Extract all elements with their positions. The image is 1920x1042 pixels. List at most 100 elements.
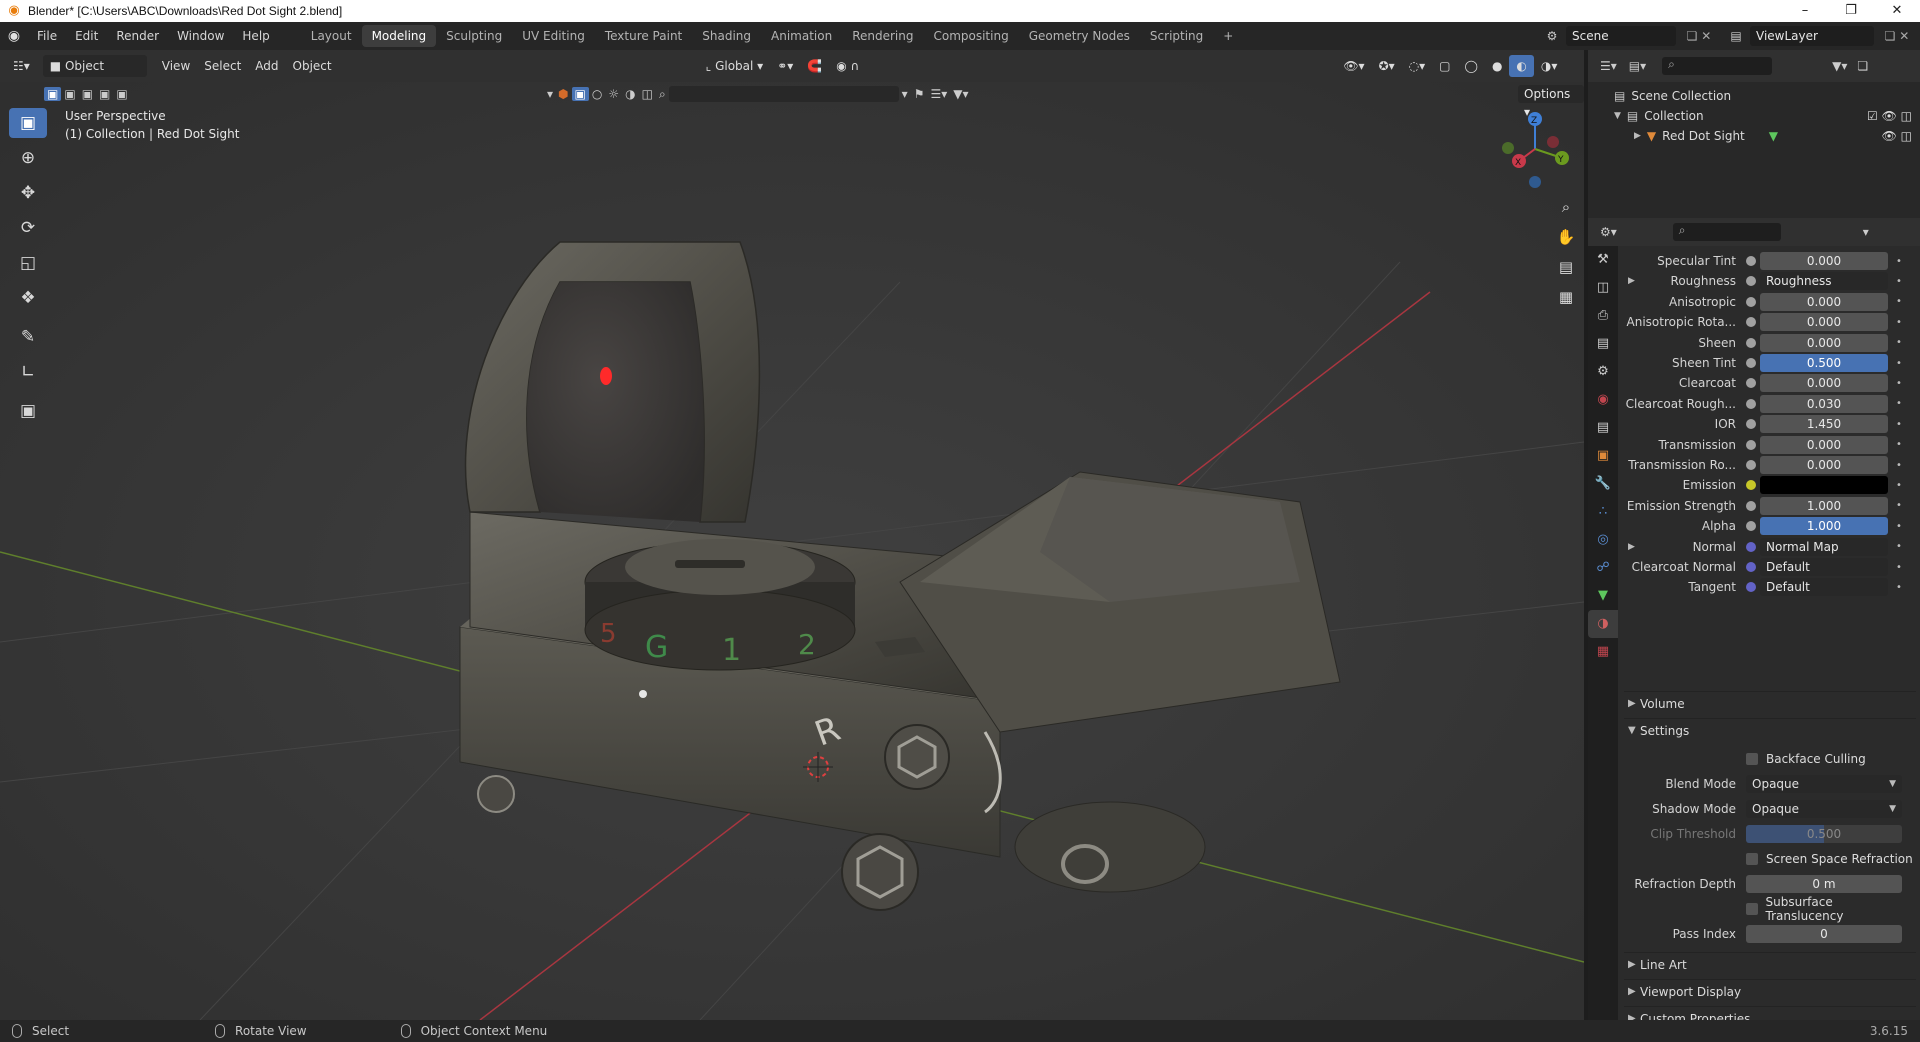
expand-arrow-icon[interactable]: ▶: [1628, 542, 1635, 552]
object-expand-icon[interactable]: ▶: [1634, 126, 1641, 146]
select-intersect-icon[interactable]: ▣: [113, 87, 130, 101]
socket-icon[interactable]: [1746, 562, 1756, 572]
keyframe-dot-icon[interactable]: •: [1896, 521, 1902, 532]
xray-icon[interactable]: ▢: [1432, 55, 1457, 77]
view-layer-icon[interactable]: ▤: [1722, 29, 1750, 43]
rotate-tool[interactable]: ⟳: [9, 213, 47, 243]
properties-search-input[interactable]: ⌕: [1672, 223, 1781, 241]
settings-panel-header[interactable]: ▼ Settings: [1624, 718, 1916, 742]
select-subtract-icon[interactable]: ▣: [79, 87, 96, 101]
select-box-icon[interactable]: ▣: [571, 87, 589, 101]
select-mode-buttons[interactable]: ▣ ▣ ▣ ▣ ▣: [44, 82, 131, 106]
collection-icon[interactable]: ☰▾: [927, 87, 950, 101]
shader-input-field[interactable]: 0.000: [1760, 435, 1888, 454]
select-box-tool[interactable]: ▣: [9, 108, 47, 138]
shader-input-field[interactable]: 1.450: [1760, 415, 1888, 434]
tab-uv-editing[interactable]: UV Editing: [512, 25, 595, 47]
shader-input-field[interactable]: 0.000: [1760, 292, 1888, 311]
menu-view[interactable]: View: [155, 55, 197, 77]
tab-world-icon[interactable]: ◉: [1588, 386, 1618, 414]
shading-wireframe-icon[interactable]: ◯: [1458, 55, 1485, 77]
keyframe-dot-icon[interactable]: •: [1896, 439, 1902, 450]
shader-input-field[interactable]: 0.000: [1760, 313, 1888, 332]
backface-culling-checkbox[interactable]: [1746, 753, 1758, 765]
filter-icon[interactable]: ▾: [899, 87, 911, 101]
shader-input-field[interactable]: 0.000: [1760, 252, 1888, 270]
socket-icon[interactable]: [1746, 296, 1756, 307]
3d-viewport[interactable]: 5 G 1 2 R Z Y X ▣ ▣ ▣ ▣ ▣ ▾ ⬢ ▣ ○ ☼ ◑ ◫ …: [0, 82, 1584, 1020]
socket-icon[interactable]: [1746, 276, 1756, 287]
mode-dropdown[interactable]: ■ Object Mode ▾: [42, 55, 147, 95]
socket-icon[interactable]: [1746, 419, 1756, 430]
keyframe-dot-icon[interactable]: •: [1896, 296, 1902, 307]
pass-index-field[interactable]: 0: [1746, 925, 1902, 943]
socket-icon[interactable]: [1746, 541, 1756, 552]
shader-input-field[interactable]: 0.500: [1760, 354, 1888, 372]
keyframe-dot-icon[interactable]: •: [1896, 256, 1902, 267]
volume-panel-header[interactable]: ▶ Volume: [1624, 691, 1916, 715]
select-invert-icon[interactable]: ▣: [96, 87, 113, 101]
menu-file[interactable]: File: [28, 22, 66, 50]
socket-icon[interactable]: [1746, 337, 1756, 348]
grid-perspective-icon[interactable]: ▦: [1553, 284, 1579, 310]
properties-options-icon[interactable]: ▾: [1863, 225, 1869, 239]
outliner-search-input[interactable]: ⌕: [1662, 57, 1773, 75]
expand-arrow-icon[interactable]: ▶: [1628, 276, 1635, 286]
tab-modifier-icon[interactable]: 🔧: [1588, 470, 1618, 498]
maximize-button[interactable]: ❐: [1828, 0, 1874, 22]
menu-edit[interactable]: Edit: [66, 22, 107, 50]
tab-rendering[interactable]: Rendering: [842, 25, 923, 47]
view-layer-new-icon[interactable]: ❏ ✕: [1874, 29, 1920, 43]
tab-collection-icon[interactable]: ▤: [1588, 414, 1618, 442]
tab-texture-icon[interactable]: ▦: [1588, 638, 1618, 666]
shader-input-field[interactable]: 0.030: [1760, 394, 1888, 413]
shader-input-field[interactable]: 1.000: [1760, 496, 1888, 515]
keyframe-dot-icon[interactable]: •: [1896, 419, 1902, 430]
shader-input-field[interactable]: 0.000: [1760, 456, 1888, 474]
snap-icon[interactable]: 🧲: [800, 55, 829, 77]
object-type-icon[interactable]: ⬢: [555, 87, 571, 101]
menu-object[interactable]: Object: [286, 55, 339, 77]
view-layer-field[interactable]: ViewLayer: [1750, 26, 1874, 46]
cursor-tool[interactable]: ⊕: [9, 143, 47, 173]
keyframe-dot-icon[interactable]: •: [1896, 358, 1902, 369]
tab-object-icon[interactable]: ▣: [1588, 442, 1618, 470]
tab-sculpting[interactable]: Sculpting: [436, 25, 512, 47]
properties-editor-icon[interactable]: ⚙▾: [1588, 225, 1629, 239]
tab-shading[interactable]: Shading: [692, 25, 761, 47]
filter-dropdown-icon[interactable]: ▾: [545, 87, 555, 101]
shading-material-icon[interactable]: ◐: [1509, 55, 1534, 77]
keyframe-dot-icon[interactable]: •: [1896, 337, 1902, 348]
annotate-tool[interactable]: ✎: [9, 322, 47, 352]
pivot-icon[interactable]: ⚭▾: [770, 55, 800, 77]
shader-input-field[interactable]: 0.000: [1760, 374, 1888, 393]
keyframe-dot-icon[interactable]: •: [1896, 500, 1902, 511]
shader-input-field[interactable]: 1.000: [1760, 517, 1888, 536]
shading-rendered-icon[interactable]: ◑▾: [1534, 55, 1565, 77]
select-new-icon[interactable]: ▣: [44, 87, 62, 101]
zoom-icon[interactable]: ⌕: [1553, 194, 1579, 220]
socket-icon[interactable]: [1746, 256, 1756, 266]
keyframe-dot-icon[interactable]: •: [1896, 398, 1902, 409]
socket-icon[interactable]: [1746, 317, 1756, 328]
shader-input-field[interactable]: [1760, 476, 1888, 495]
keyframe-dot-icon[interactable]: •: [1896, 460, 1902, 471]
shader-input-field[interactable]: Roughness: [1760, 272, 1888, 291]
scale-tool[interactable]: ◱: [9, 248, 47, 278]
shader-input-field[interactable]: Default: [1760, 578, 1888, 597]
keyframe-dot-icon[interactable]: •: [1896, 541, 1902, 552]
select-extend-icon[interactable]: ▣: [61, 87, 78, 101]
menu-window[interactable]: Window: [168, 22, 233, 50]
outliner-filter-icon[interactable]: ▼▾: [1832, 59, 1847, 73]
viewport-search-input[interactable]: [668, 86, 899, 102]
pan-hand-icon[interactable]: ✋: [1553, 224, 1579, 250]
menu-render[interactable]: Render: [107, 22, 168, 50]
camera-icon[interactable]: ◫: [639, 87, 656, 101]
add-workspace-button[interactable]: +: [1213, 25, 1243, 47]
subsurface-translucency-checkbox[interactable]: [1745, 903, 1758, 915]
sphere-icon[interactable]: ○: [589, 87, 605, 101]
tab-material-icon[interactable]: ◑: [1588, 610, 1618, 638]
menu-help[interactable]: Help: [233, 22, 278, 50]
gizmo-toggle-icon[interactable]: ✪▾: [1372, 55, 1402, 77]
socket-icon[interactable]: [1746, 358, 1756, 368]
